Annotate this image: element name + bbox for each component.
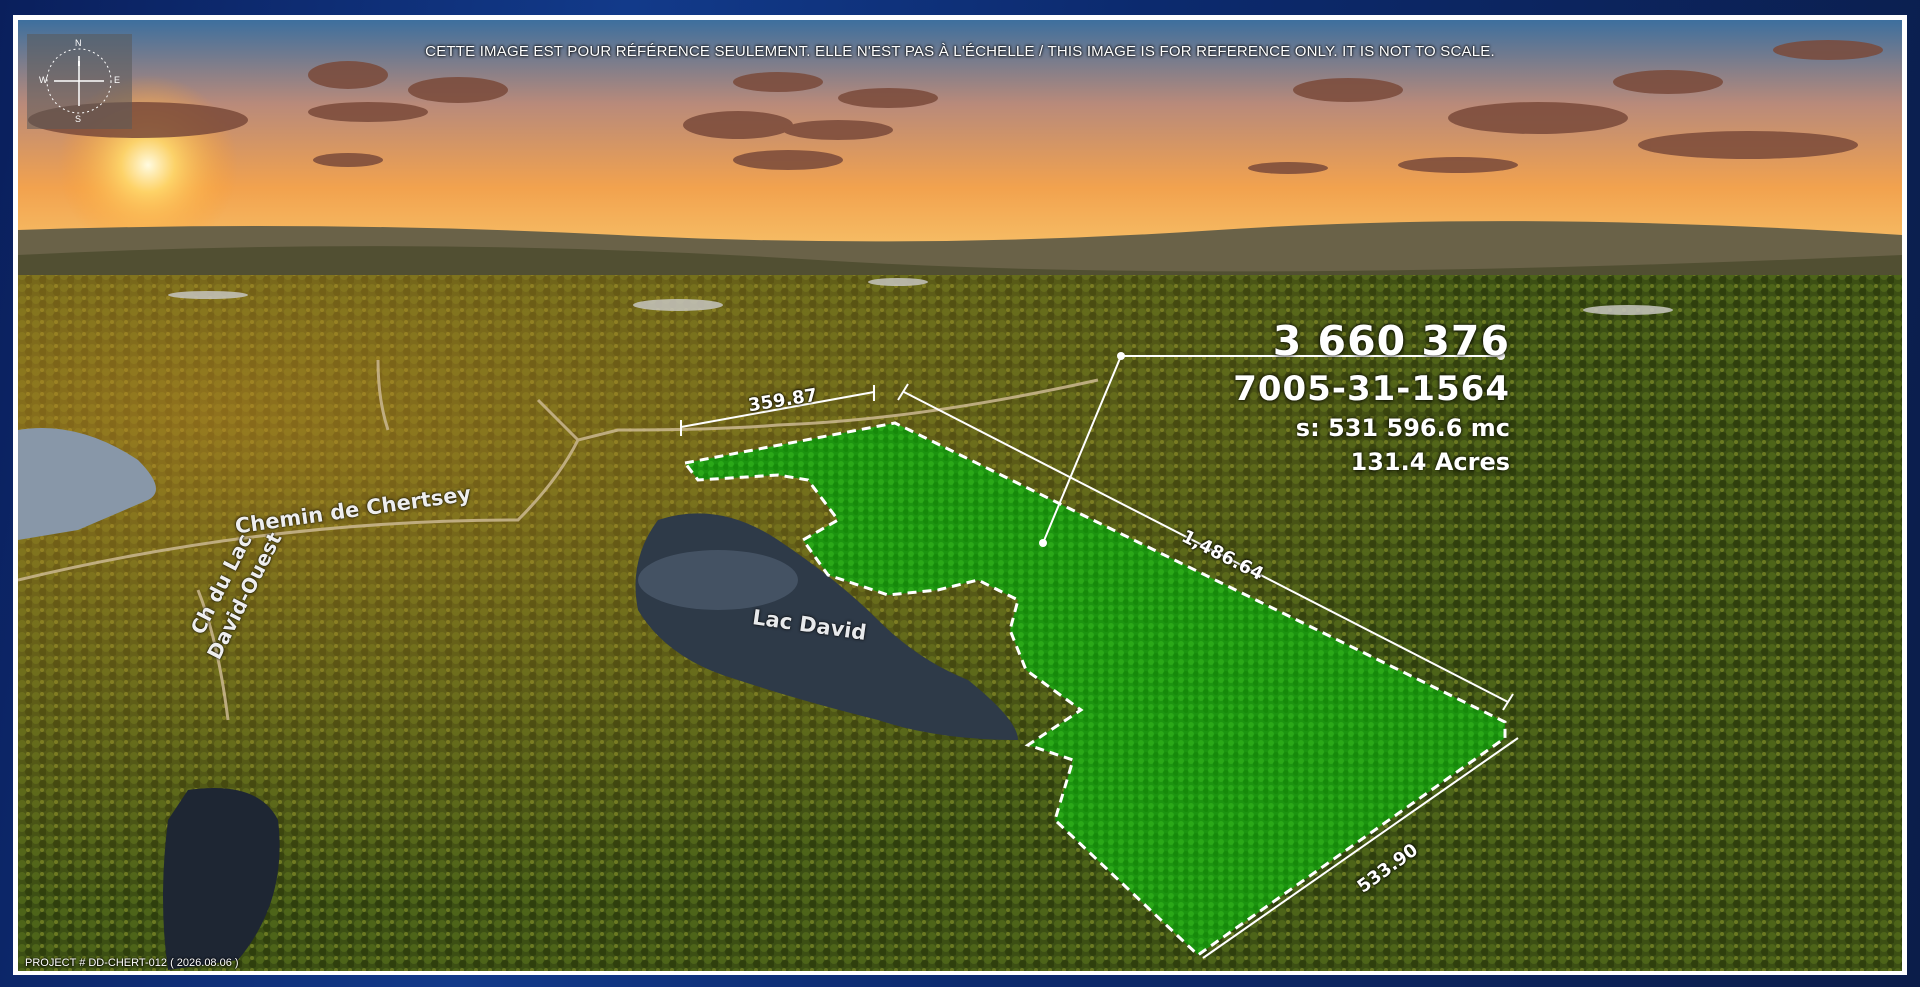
parcel-overlay <box>680 352 1519 959</box>
compass-w: W <box>39 75 48 85</box>
parcel-info: 3 660 376 7005-31-1564 s: 531 596.6 mc 1… <box>1233 315 1510 479</box>
image-frame: N S E W CETTE IMAGE EST POUR RÉFÉRENCE S… <box>13 15 1907 975</box>
lot-number: 3 660 376 <box>1272 317 1510 365</box>
compass-e: E <box>114 75 121 85</box>
project-id: PROJECT # DD-CHERT-012 ( 2026.08.06 ) <box>25 957 239 969</box>
disclaimer-text: CETTE IMAGE EST POUR RÉFÉRENCE SEULEMENT… <box>425 43 1495 60</box>
aerial-photo: N S E W CETTE IMAGE EST POUR RÉFÉRENCE S… <box>18 20 1902 971</box>
surface-area: s: 531 596.6 mc <box>1295 414 1510 442</box>
compass-s: S <box>75 114 82 124</box>
matricule-number: 7005-31-1564 <box>1233 369 1510 409</box>
acreage: 131.4 Acres <box>1350 448 1510 476</box>
